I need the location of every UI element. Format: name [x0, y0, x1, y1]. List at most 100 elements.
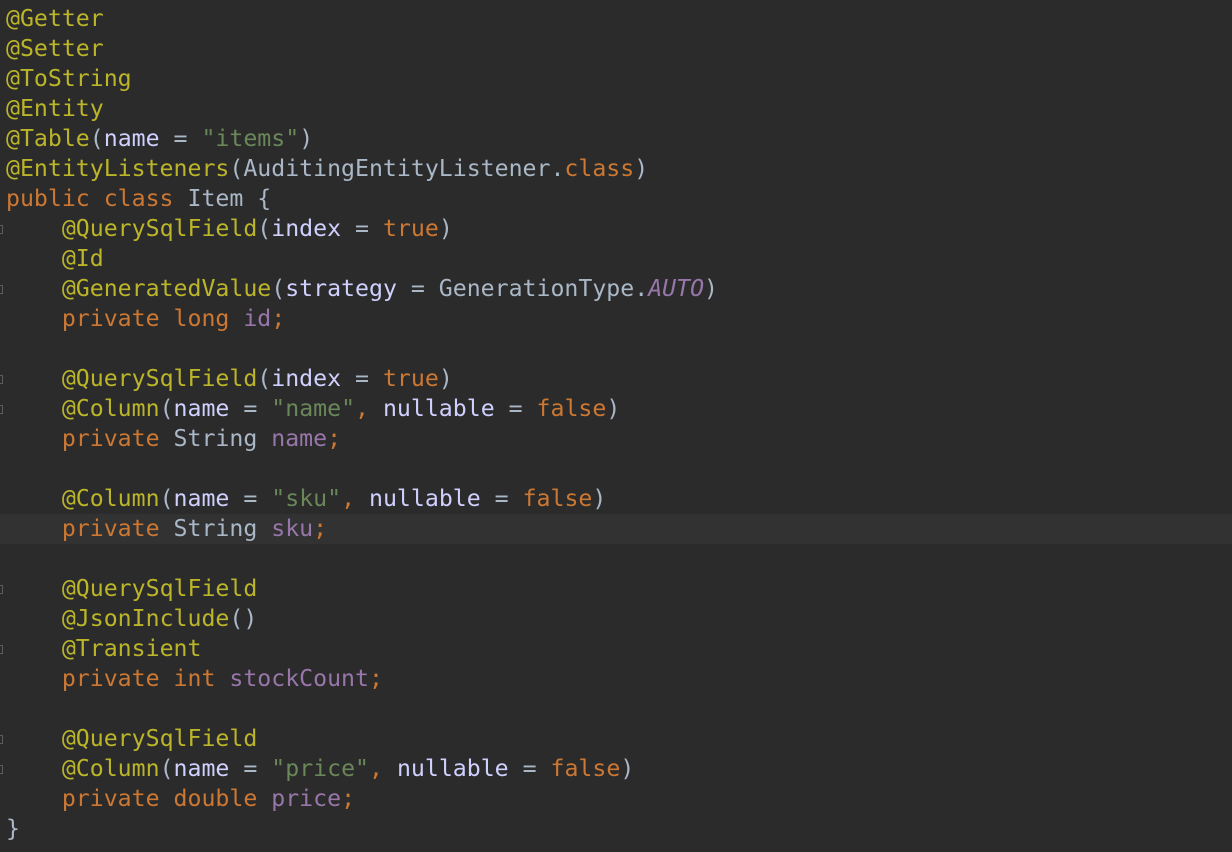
code-token: private	[61, 425, 174, 452]
code-line[interactable]: @JsonInclude()	[0, 604, 1232, 634]
code-line[interactable]: @Column(name = "price", nullable = false…	[0, 754, 1232, 784]
code-token: Item {	[187, 185, 272, 212]
code-token: @QuerySqlField	[61, 575, 258, 602]
code-token: "items"	[201, 125, 300, 152]
code-token: =	[508, 755, 551, 782]
code-token: @Entity	[6, 95, 104, 122]
fold-marker-icon[interactable]	[0, 645, 3, 654]
code-token: private	[61, 515, 174, 542]
code-token: =	[229, 485, 272, 512]
code-token: @Id	[61, 245, 104, 272]
code-line[interactable]	[0, 454, 1232, 484]
code-token: )	[620, 755, 635, 782]
code-line[interactable]: @Column(name = "sku", nullable = false)	[0, 484, 1232, 514]
code-token: class	[564, 155, 635, 182]
code-token: @JsonInclude	[61, 605, 230, 632]
code-line[interactable]: @Entity	[0, 94, 1232, 124]
code-editor[interactable]: @Getter @Setter @ToString @Entity @Table(nam…	[0, 0, 1232, 852]
code-token: =	[229, 395, 272, 422]
code-line[interactable]: @QuerySqlField(index = true)	[0, 214, 1232, 244]
code-line[interactable]: @GeneratedValue(strategy = GenerationTyp…	[0, 274, 1232, 304]
fold-marker-icon[interactable]	[0, 225, 3, 234]
code-line[interactable]: @QuerySqlField	[0, 724, 1232, 754]
code-line[interactable]: }	[0, 814, 1232, 844]
code-line[interactable]: @ToString	[0, 64, 1232, 94]
code-token: (	[159, 485, 174, 512]
code-token: }	[6, 815, 20, 842]
code-token: @Setter	[6, 35, 104, 62]
code-line[interactable]: @Getter	[0, 4, 1232, 34]
code-token: ;	[327, 425, 342, 452]
code-line[interactable]: @Setter	[0, 34, 1232, 64]
code-token: =	[159, 125, 202, 152]
code-token: @QuerySqlField	[61, 215, 258, 242]
code-token: nullable	[369, 485, 481, 512]
fold-marker-icon[interactable]	[0, 285, 3, 294]
fold-marker-icon[interactable]	[0, 585, 3, 594]
code-line[interactable]: @Column(name = "name", nullable = false)	[0, 394, 1232, 424]
fold-marker-icon[interactable]	[0, 375, 3, 384]
code-token: =	[229, 755, 272, 782]
code-token: nullable	[382, 395, 495, 422]
fold-marker-icon[interactable]	[0, 735, 3, 744]
code-token: ;	[313, 515, 328, 542]
code-token: )	[592, 485, 607, 512]
code-token: @ToString	[6, 65, 132, 92]
code-token: private int	[61, 665, 230, 692]
code-line[interactable]	[0, 544, 1232, 574]
code-line[interactable]: private String name;	[0, 424, 1232, 454]
code-token: @QuerySqlField	[61, 725, 258, 752]
code-token: false	[550, 755, 621, 782]
code-token: @GeneratedValue	[61, 275, 272, 302]
code-token: stockCount	[229, 665, 369, 692]
code-token: private double	[61, 785, 272, 812]
code-token: =	[341, 365, 383, 392]
code-token: @Transient	[61, 635, 202, 662]
code-token: =	[480, 485, 523, 512]
code-token: false	[522, 485, 593, 512]
code-line[interactable]: @Id	[0, 244, 1232, 274]
code-token: true	[382, 365, 439, 392]
code-line[interactable]: private int stockCount;	[0, 664, 1232, 694]
code-token: @Table	[6, 125, 90, 152]
code-token: String	[173, 425, 272, 452]
code-line[interactable]: private String sku;	[0, 514, 1232, 544]
code-token: false	[536, 395, 607, 422]
code-line[interactable]: private long id;	[0, 304, 1232, 334]
code-token: private long	[61, 305, 244, 332]
fold-marker-icon[interactable]	[0, 765, 3, 774]
code-token: ,	[341, 485, 370, 512]
fold-marker-icon[interactable]	[0, 405, 3, 414]
code-token: name	[173, 755, 230, 782]
code-line[interactable]: @Transient	[0, 634, 1232, 664]
code-token: )	[634, 155, 649, 182]
code-token: (	[257, 365, 272, 392]
code-line[interactable]: @QuerySqlField	[0, 574, 1232, 604]
code-line[interactable]: private double price;	[0, 784, 1232, 814]
code-line[interactable]: @Table(name = "items")	[0, 124, 1232, 154]
code-token: @Column	[61, 395, 160, 422]
code-line[interactable]	[0, 334, 1232, 364]
code-token: @EntityListeners	[6, 155, 230, 182]
code-line[interactable]: @QuerySqlField(index = true)	[0, 364, 1232, 394]
code-token: @Getter	[6, 5, 104, 32]
code-token: @Column	[61, 755, 160, 782]
code-token: ()	[229, 605, 258, 632]
code-line[interactable]	[0, 694, 1232, 724]
code-line[interactable]: public class Item {	[0, 184, 1232, 214]
code-token: ;	[271, 305, 286, 332]
code-token: )	[438, 215, 453, 242]
code-line[interactable]: @EntityListeners(AuditingEntityListener.…	[0, 154, 1232, 184]
